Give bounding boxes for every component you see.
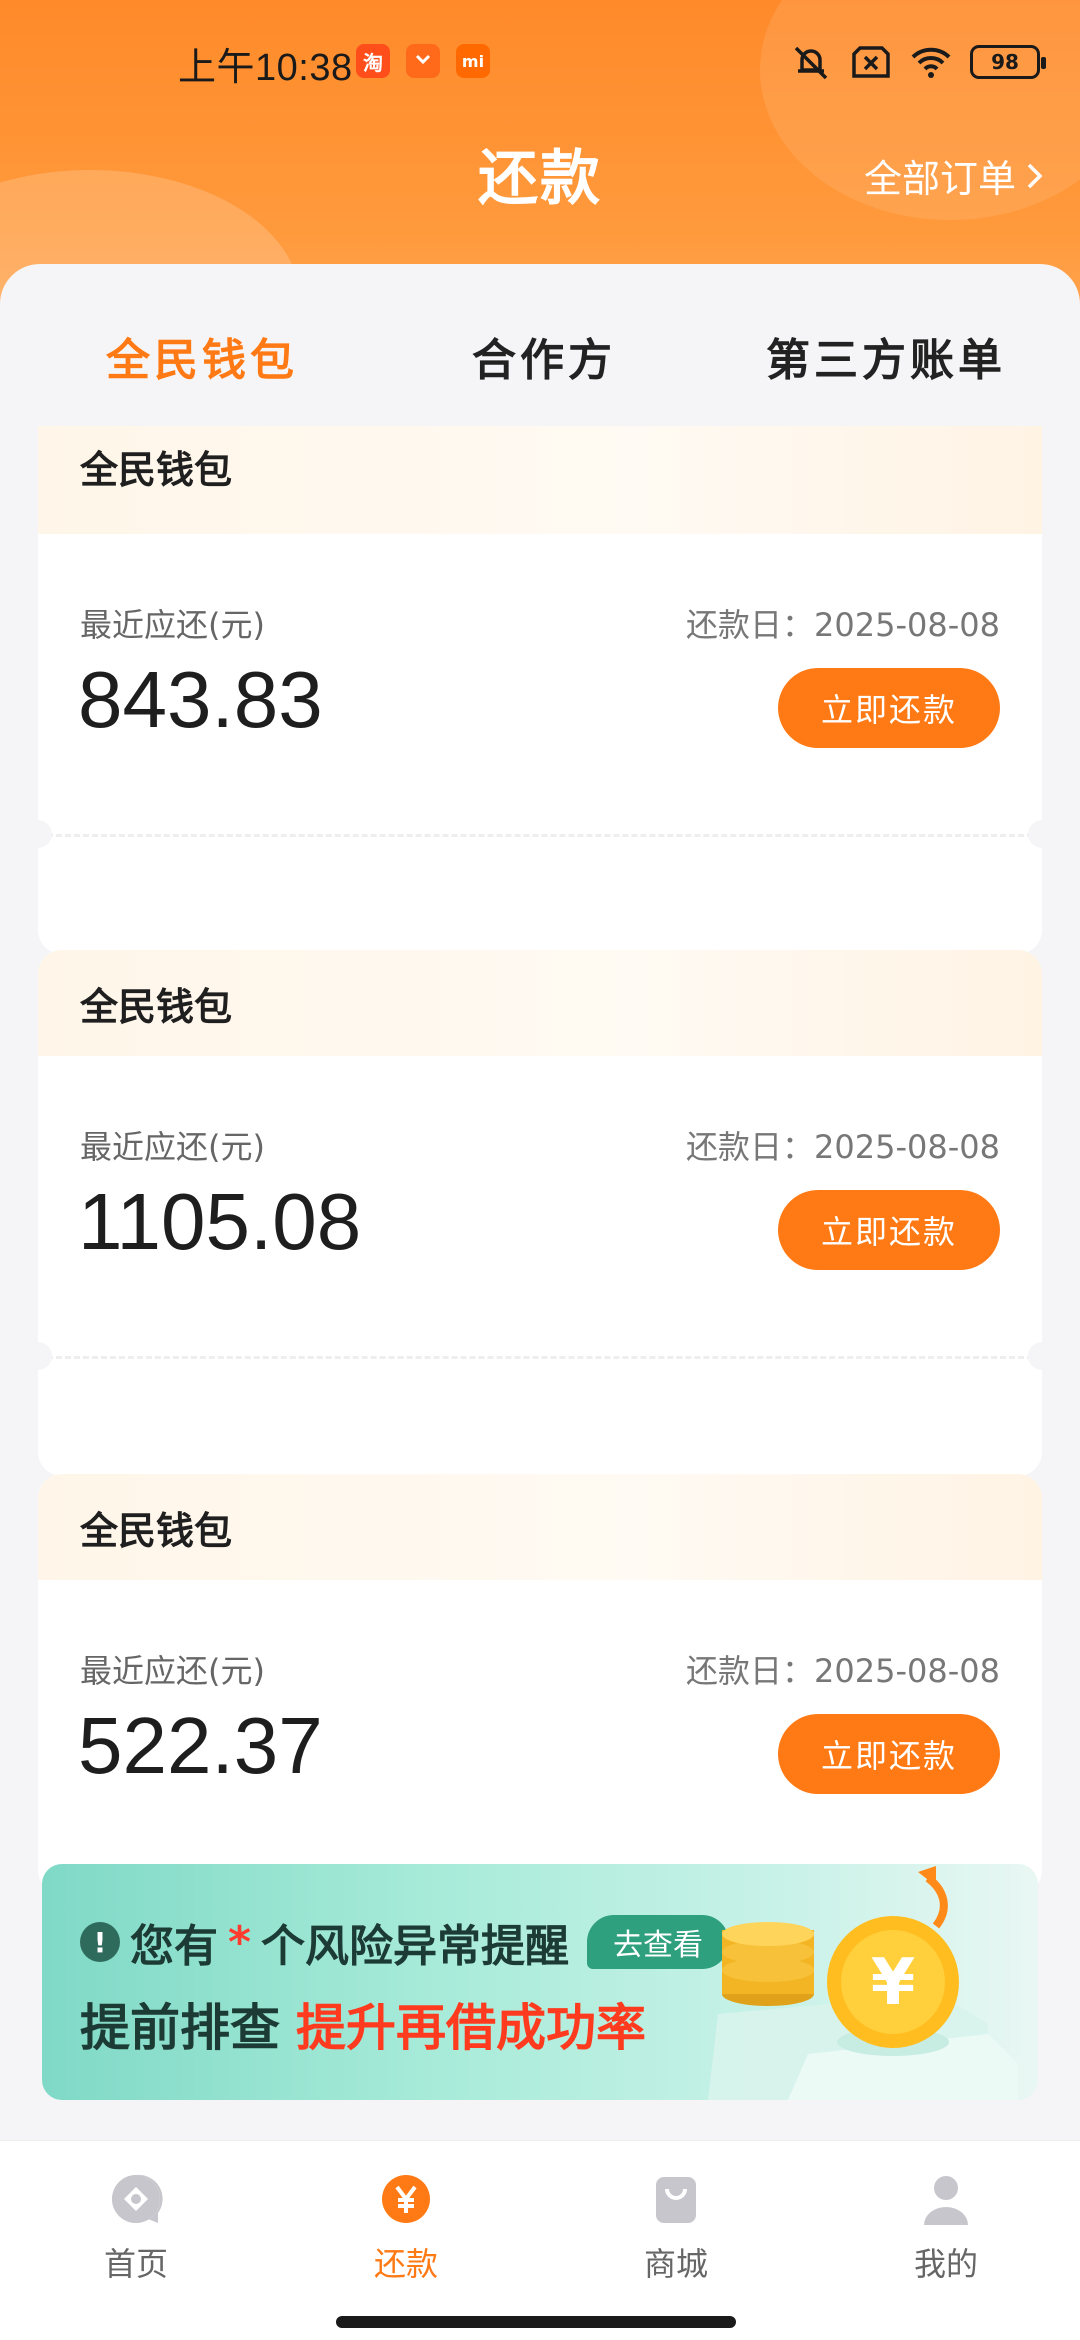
card-title: 全民钱包: [80, 984, 233, 1029]
status-icons: 98: [790, 40, 1046, 84]
profile-icon: [924, 2176, 968, 2225]
card-title: 全民钱包: [80, 448, 233, 492]
home-icon: [112, 2174, 163, 2223]
mute-bell-icon: [794, 46, 828, 80]
banner-text-prefix: 您有: [130, 1921, 218, 1972]
banner-subline-dark: 提前排查: [80, 1999, 280, 2057]
card-body: 最近应还(元) 843.83 还款日：2025-08-08 立即还款: [38, 534, 1042, 848]
banner-masked-count: *: [228, 1916, 252, 1968]
card-divider: [38, 1356, 1042, 1359]
due-label: 最近应还(元): [80, 1652, 265, 1690]
card-footer: [38, 834, 1042, 954]
yuan-icon: [382, 2175, 430, 2223]
nav-mall[interactable]: 商城: [606, 2171, 746, 2285]
card-header: 全民钱包: [38, 426, 1042, 534]
tab-partner[interactable]: 合作方: [472, 324, 616, 388]
nav-label-home: 首页: [103, 2245, 168, 2283]
exclamation-icon: !: [80, 1922, 120, 1962]
card-divider: [38, 834, 1042, 837]
status-time: 上午10:38: [178, 47, 353, 89]
bill-card: 全民钱包 最近应还(元) 522.37 还款日：2025-08-08 立即还款: [38, 1474, 1042, 1894]
card-body: 最近应还(元) 522.37 还款日：2025-08-08 立即还款: [38, 1580, 1042, 1880]
due-label: 最近应还(元): [80, 606, 265, 644]
home-indicator[interactable]: [336, 2316, 736, 2328]
status-bar: 上午10:38 淘 mi 98: [0, 0, 1080, 120]
tab-quanmin-wallet[interactable]: 全民钱包: [106, 324, 298, 388]
pay-now-button[interactable]: 立即还款: [778, 1714, 1000, 1794]
pay-now-button[interactable]: 立即还款: [778, 668, 1000, 748]
card-title: 全民钱包: [80, 1508, 233, 1553]
due-date: 还款日：2025-08-08: [686, 1652, 1000, 1690]
card-body: 最近应还(元) 1105.08 还款日：2025-08-08 立即还款: [38, 1056, 1042, 1370]
all-orders-label: 全部订单: [863, 157, 1016, 201]
chevron-right-icon: [1027, 163, 1043, 188]
coin-stack-illustration: ¥: [708, 1866, 1018, 2100]
due-date: 还款日：2025-08-08: [686, 606, 1000, 644]
banner-subline: 提前排查 提升再借成功率: [80, 1988, 646, 2060]
mi-icon: mi: [456, 44, 490, 78]
card-header: 全民钱包: [38, 1474, 1042, 1580]
due-label: 最近应还(元): [80, 1128, 265, 1166]
pay-now-button[interactable]: 立即还款: [778, 1190, 1000, 1270]
nav-repay[interactable]: 还款: [336, 2171, 476, 2285]
all-orders-link[interactable]: 全部订单: [864, 148, 1044, 203]
nav-label-mine: 我的: [913, 2245, 978, 2283]
nav-mine[interactable]: 我的: [876, 2171, 1016, 2285]
xiaomi-store-icon: [406, 44, 440, 78]
risk-alert-banner[interactable]: ! 您有 * 个风险异常提醒 去查看 提前排查 提升再借成功率 ¥: [42, 1864, 1038, 2100]
banner-headline: ! 您有 * 个风险异常提醒 去查看: [80, 1910, 730, 1974]
banner-subline-highlight: 提升再借成功率: [296, 1999, 646, 2057]
card-footer: [38, 1356, 1042, 1476]
tab-third-party-bill[interactable]: 第三方账单: [766, 324, 1006, 388]
banner-text-suffix: 个风险异常提醒: [261, 1921, 570, 1972]
battery-indicator: 98: [970, 45, 1046, 79]
due-amount: 522.37: [78, 1701, 323, 1790]
no-sim-icon: [852, 46, 890, 78]
nav-home[interactable]: 首页: [66, 2171, 206, 2285]
due-amount: 1105.08: [78, 1177, 362, 1266]
card-header: 全民钱包: [38, 950, 1042, 1056]
shopping-bag-icon: [656, 2177, 696, 2223]
nav-label-repay: 还款: [373, 2245, 438, 2283]
wifi-icon: [911, 47, 951, 78]
bottom-nav: 首页 还款 商城 我的: [0, 2140, 1080, 2340]
bill-card: 全民钱包 最近应还(元) 843.83 还款日：2025-08-08 立即还款: [38, 426, 1042, 954]
nav-label-mall: 商城: [643, 2245, 708, 2283]
due-date: 还款日：2025-08-08: [686, 1128, 1000, 1166]
bill-card: 全民钱包 最近应还(元) 1105.08 还款日：2025-08-08 立即还款: [38, 950, 1042, 1476]
due-amount: 843.83: [78, 655, 323, 744]
taobao-icon: 淘: [356, 44, 390, 78]
svg-text:¥: ¥: [871, 1946, 916, 2020]
